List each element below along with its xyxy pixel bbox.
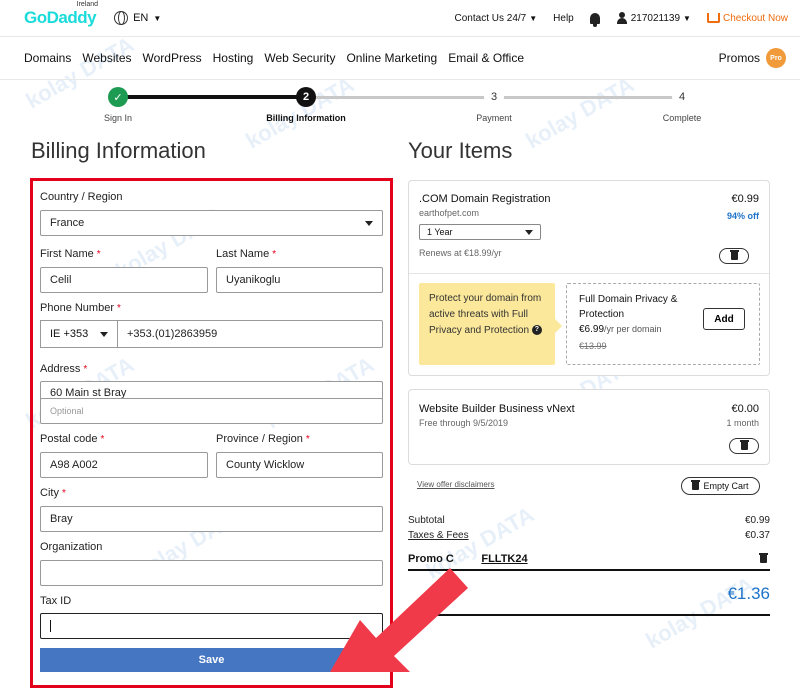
privacy-upsell-tooltip: Protect your domain from active threats … bbox=[419, 283, 562, 365]
remove-domain-button[interactable] bbox=[719, 248, 749, 264]
checkout-stepper: ✓ Sign In 2 Billing Information 3 Paymen… bbox=[0, 80, 800, 130]
user-icon bbox=[616, 12, 628, 24]
country-label: Country / Region bbox=[40, 191, 123, 203]
builder-free-through: Free through 9/5/2019 bbox=[419, 418, 509, 428]
renewal-price: Renews at €18.99/yr bbox=[419, 248, 502, 258]
text-cursor bbox=[50, 620, 51, 632]
phone-input[interactable]: +353.(01)2863959 bbox=[117, 320, 383, 348]
privacy-title: Full Domain Privacy & Protection bbox=[579, 294, 678, 320]
domain-discount: 94% off bbox=[726, 211, 759, 221]
postal-code-label: Postal code * bbox=[40, 433, 105, 445]
trash-icon bbox=[729, 250, 739, 260]
address-label: Address * bbox=[40, 363, 88, 375]
builder-price: €0.00 bbox=[731, 403, 759, 415]
nav-web-security[interactable]: Web Security bbox=[264, 51, 335, 65]
top-bar: GoDaddy Ireland EN ▼ Contact Us 24/7 ▼ H… bbox=[0, 0, 800, 36]
items-heading: Your Items bbox=[408, 138, 513, 163]
cart-icon bbox=[706, 13, 720, 23]
province-label: Province / Region * bbox=[216, 433, 310, 445]
phone-country-code-select[interactable]: IE +353 bbox=[40, 320, 117, 348]
contact-menu[interactable]: Contact Us 24/7 ▼ bbox=[455, 13, 538, 24]
nav-domains[interactable]: Domains bbox=[24, 51, 71, 65]
builder-item-title: Website Builder Business vNext bbox=[419, 403, 575, 415]
builder-cart-item: Website Builder Business vNext Free thro… bbox=[408, 389, 770, 465]
logo-country: Ireland bbox=[76, 1, 99, 8]
notifications-button[interactable] bbox=[589, 12, 600, 27]
nav-websites[interactable]: Websites bbox=[82, 51, 131, 65]
promo-row: Promo C FLLTK24 bbox=[408, 551, 770, 567]
divider bbox=[408, 569, 770, 571]
organization-label: Organization bbox=[40, 541, 103, 553]
promos-link[interactable]: Promos Pro bbox=[719, 48, 786, 68]
pro-badge: Pro bbox=[766, 48, 786, 68]
organization-input[interactable] bbox=[40, 560, 383, 586]
domain-item-title: .COM Domain Registration bbox=[419, 193, 551, 205]
trash-icon bbox=[691, 480, 701, 490]
promo-code: FLLTK24 bbox=[481, 553, 528, 565]
nav-wordpress[interactable]: WordPress bbox=[143, 51, 202, 65]
city-label: City * bbox=[40, 487, 66, 499]
city-input[interactable]: Bray bbox=[40, 506, 383, 532]
subtotal-row: Subtotal €0.99 bbox=[408, 515, 770, 526]
province-input[interactable]: County Wicklow bbox=[216, 452, 383, 478]
domain-name: earthofpet.com bbox=[419, 208, 480, 218]
caret-down-icon: ▼ bbox=[153, 13, 162, 23]
language-selector[interactable]: EN ▼ bbox=[114, 11, 161, 25]
caret-down-icon bbox=[365, 220, 373, 226]
bell-icon bbox=[589, 12, 600, 27]
trash-icon bbox=[739, 440, 749, 450]
term-select[interactable]: 1 Year bbox=[419, 224, 541, 240]
nav-online-marketing[interactable]: Online Marketing bbox=[346, 51, 437, 65]
tax-id-label: Tax ID bbox=[40, 595, 72, 607]
phone-label: Phone Number * bbox=[40, 302, 121, 314]
caret-down-icon bbox=[525, 229, 533, 235]
caret-down-icon bbox=[100, 331, 108, 337]
main-nav: Domains Websites WordPress Hosting Web S… bbox=[0, 36, 800, 80]
empty-cart-button[interactable]: Empty Cart bbox=[681, 477, 760, 495]
checkout-link[interactable]: Checkout Now bbox=[706, 13, 788, 24]
remove-promo-button[interactable] bbox=[756, 551, 770, 567]
privacy-offer: Full Domain Privacy & Protection €6.99/y… bbox=[566, 283, 760, 365]
last-name-input[interactable]: Uyanikoglu bbox=[216, 267, 383, 293]
step-payment: 3 Payment bbox=[434, 80, 554, 123]
check-icon: ✓ bbox=[108, 87, 128, 107]
taxes-link[interactable]: Taxes & Fees bbox=[408, 530, 469, 541]
save-button[interactable]: Save bbox=[40, 648, 383, 672]
step-sign-in: ✓ Sign In bbox=[58, 80, 178, 123]
postal-code-input[interactable]: A98 A002 bbox=[40, 452, 208, 478]
caret-down-icon: ▼ bbox=[683, 13, 691, 23]
account-menu[interactable]: 217021139 ▼ bbox=[616, 12, 691, 24]
first-name-input[interactable]: Celil bbox=[40, 267, 208, 293]
domain-cart-item: .COM Domain Registration earthofpet.com … bbox=[408, 180, 770, 376]
taxes-row: Taxes & Fees €0.37 bbox=[408, 530, 770, 541]
tax-id-input[interactable] bbox=[40, 613, 383, 639]
add-privacy-button[interactable]: Add bbox=[703, 308, 745, 330]
help-link[interactable]: Help bbox=[553, 13, 574, 24]
last-name-label: Last Name * bbox=[216, 248, 277, 260]
nav-hosting[interactable]: Hosting bbox=[213, 51, 254, 65]
help-icon[interactable]: ? bbox=[531, 325, 542, 336]
globe-icon bbox=[114, 11, 129, 25]
offer-disclaimers-link[interactable]: View offer disclaimers bbox=[417, 480, 495, 489]
nav-email-office[interactable]: Email & Office bbox=[448, 51, 524, 65]
remove-builder-button[interactable] bbox=[729, 438, 759, 454]
domain-price: €0.99 bbox=[731, 193, 759, 205]
step-billing: 2 Billing Information bbox=[246, 80, 366, 123]
order-total: €1.36 bbox=[727, 584, 770, 603]
trash-icon bbox=[758, 553, 768, 563]
address-input[interactable]: 60 Main st Bray bbox=[40, 381, 383, 399]
divider bbox=[409, 273, 769, 274]
step-complete: 4 Complete bbox=[622, 80, 742, 123]
caret-down-icon: ▼ bbox=[529, 13, 538, 23]
godaddy-logo[interactable]: GoDaddy Ireland bbox=[24, 1, 98, 28]
builder-term: 1 month bbox=[726, 418, 759, 428]
first-name-label: First Name * bbox=[40, 248, 101, 260]
country-select[interactable]: France bbox=[40, 210, 383, 236]
divider bbox=[408, 614, 770, 616]
privacy-old-price: €13.99 bbox=[579, 341, 607, 351]
address-line2-input[interactable]: Optional bbox=[40, 398, 383, 424]
billing-heading: Billing Information bbox=[31, 138, 206, 163]
